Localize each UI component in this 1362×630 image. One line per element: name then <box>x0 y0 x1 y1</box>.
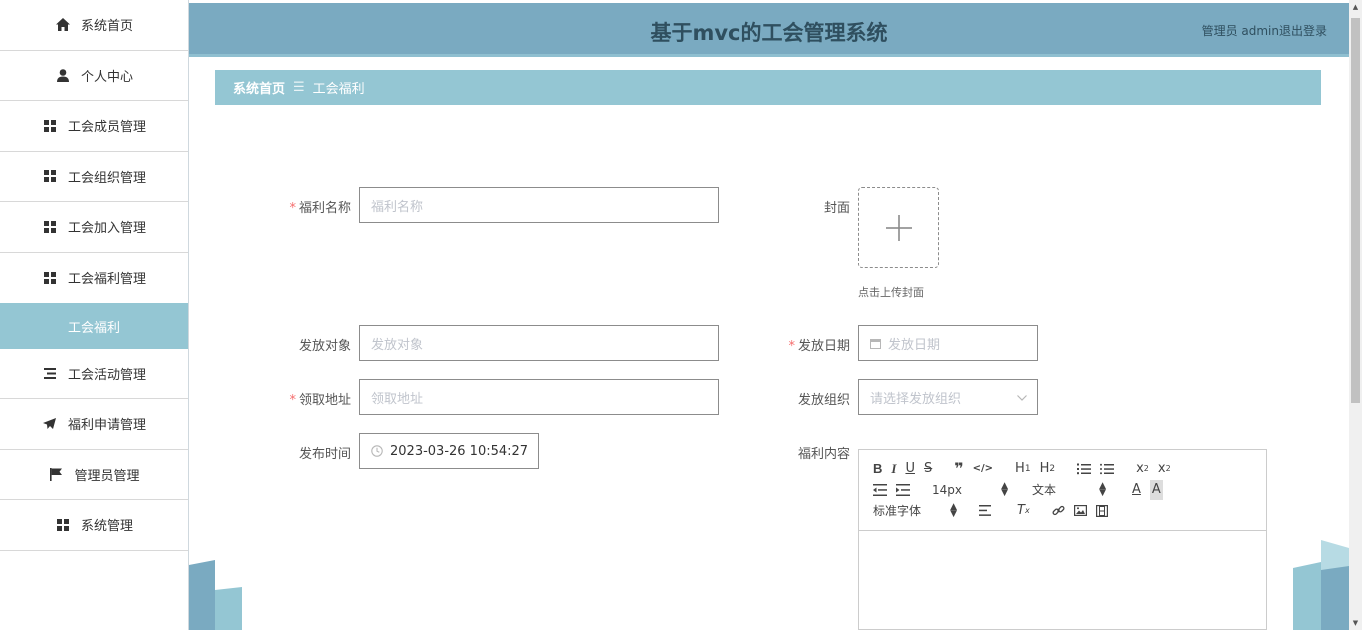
sidebar-item-label: 工会加入管理 <box>67 221 146 237</box>
list-icon <box>42 366 58 382</box>
sidebar-item-applications[interactable]: 福利申请管理 <box>0 399 188 450</box>
clear-format-icon[interactable]: Tx <box>1017 501 1030 521</box>
align-icon[interactable] <box>979 501 991 521</box>
breadcrumb-current: 工会福利 <box>312 82 365 97</box>
breadcrumb-home[interactable]: 系统首页 <box>233 78 285 97</box>
scrollbar-thumb[interactable] <box>1351 18 1360 403</box>
grid-icon <box>42 219 58 235</box>
decorative-shape-right <box>1293 540 1349 630</box>
select-arrows-icon: ▲ ▼ <box>1099 480 1106 498</box>
org-label: 发放组织 <box>797 393 850 408</box>
required-mark: * <box>289 201 296 216</box>
grid-icon <box>55 517 71 533</box>
send-icon <box>42 416 58 432</box>
sidebar-item-label: 工会福利管理 <box>67 272 146 288</box>
grid-icon <box>42 270 58 286</box>
select-arrows-icon: ▲ ▼ <box>950 501 957 519</box>
editor-toolbar: B I U S ❞ </> H1 H2 x2 x2 14px ▲ ▼ 文本 ▲ … <box>859 450 1266 531</box>
grid-icon <box>42 168 58 184</box>
strike-icon[interactable]: S <box>924 459 932 479</box>
grid-icon <box>42 118 58 134</box>
sidebar-item-welfare-management[interactable]: 工会福利管理 <box>0 253 188 304</box>
bold-icon[interactable]: B <box>873 459 882 479</box>
header-2-icon[interactable]: H2 <box>1040 459 1056 479</box>
rich-text-editor: B I U S ❞ </> H1 H2 x2 x2 14px ▲ ▼ 文本 ▲ … <box>858 449 1267 630</box>
clock-icon <box>371 445 383 457</box>
sidebar-item-admins[interactable]: 管理员管理 <box>0 450 188 500</box>
subscript-icon[interactable]: x2 <box>1136 459 1149 479</box>
sidebar-item-label: 管理员管理 <box>74 468 140 484</box>
sidebar-item-activities[interactable]: 工会活动管理 <box>0 349 188 399</box>
chevron-down-icon <box>1017 390 1027 405</box>
user-info: 管理员 admin <box>1201 24 1279 38</box>
sidebar-item-home[interactable]: 系统首页 <box>0 0 188 51</box>
required-mark: * <box>788 339 795 354</box>
scroll-up-icon[interactable]: ▲ <box>1349 0 1362 14</box>
text-type-select[interactable]: 文本 ▲ ▼ <box>1032 480 1106 500</box>
breadcrumb-separator-icon: ☰ <box>293 80 305 95</box>
cover-upload[interactable] <box>858 187 939 268</box>
font-color-icon[interactable]: A <box>1132 480 1141 500</box>
header: 基于mvc的工会管理系统 管理员 admin 退出登录 <box>189 3 1349 57</box>
sidebar-item-label: 福利申请管理 <box>67 418 146 434</box>
indent-icon[interactable] <box>896 480 910 500</box>
date-picker[interactable]: 发放日期 <box>858 325 1038 361</box>
content-label: 福利内容 <box>797 447 850 462</box>
sidebar-subitem-welfare[interactable]: 工会福利 <box>0 303 188 349</box>
decorative-shape-left <box>189 560 242 630</box>
sidebar-item-system[interactable]: 系统管理 <box>0 500 188 551</box>
address-label: * 领取地址 <box>289 393 351 408</box>
name-input[interactable]: 福利名称 <box>359 187 719 223</box>
sidebar-item-profile[interactable]: 个人中心 <box>0 51 188 101</box>
publish-time-label: 发布时间 <box>298 447 351 462</box>
font-size-select[interactable]: 14px ▲ ▼ <box>932 480 1008 500</box>
sidebar-subitem-label: 工会福利 <box>68 320 121 336</box>
target-label: 发放对象 <box>298 339 351 354</box>
underline-icon[interactable]: U <box>905 459 915 479</box>
link-icon[interactable] <box>1052 501 1065 521</box>
target-input[interactable]: 发放对象 <box>359 325 719 361</box>
logout-link[interactable]: 退出登录 <box>1279 22 1327 39</box>
cover-upload-tip: 点击上传封面 <box>858 286 924 299</box>
sidebar: 系统首页 个人中心 工会成员管理 工会组织管理 工会加入管理 工会福利管理 工会… <box>0 0 189 630</box>
sidebar-item-organizations[interactable]: 工会组织管理 <box>0 152 188 202</box>
sidebar-item-label: 工会组织管理 <box>67 170 146 186</box>
org-select[interactable]: 请选择发放组织 <box>858 379 1038 415</box>
date-label: * 发放日期 <box>788 339 850 354</box>
publish-time-picker[interactable]: 2023-03-26 10:54:27 <box>359 433 539 469</box>
required-mark: * <box>289 393 296 408</box>
code-block-icon[interactable]: </> <box>973 459 993 479</box>
sidebar-item-label: 工会成员管理 <box>67 120 146 136</box>
bullet-list-icon[interactable] <box>1100 459 1115 479</box>
flag-icon <box>48 466 64 482</box>
image-icon[interactable] <box>1073 501 1087 521</box>
cover-label: 封面 <box>823 201 850 216</box>
address-input[interactable]: 领取地址 <box>359 379 719 415</box>
sidebar-item-label: 系统管理 <box>80 519 133 535</box>
background-color-icon[interactable]: A <box>1149 479 1163 500</box>
font-family-select[interactable]: 标准字体 ▲ ▼ <box>873 501 957 521</box>
calendar-icon <box>870 338 881 349</box>
plus-icon <box>885 214 912 241</box>
page-scrollbar[interactable]: ▲ ▼ <box>1349 0 1362 630</box>
home-icon <box>55 17 71 33</box>
user-icon <box>55 67 71 83</box>
name-label: * 福利名称 <box>289 201 351 216</box>
blockquote-icon[interactable]: ❞ <box>954 459 963 479</box>
sidebar-item-label: 工会活动管理 <box>67 368 146 383</box>
header-1-icon[interactable]: H1 <box>1015 459 1031 479</box>
italic-icon[interactable]: I <box>891 459 896 479</box>
superscript-icon[interactable]: x2 <box>1158 459 1171 479</box>
page-title: 基于mvc的工会管理系统 <box>650 21 888 45</box>
select-arrows-icon: ▲ ▼ <box>1001 480 1008 498</box>
sidebar-item-members[interactable]: 工会成员管理 <box>0 101 188 152</box>
video-icon[interactable] <box>1095 501 1108 521</box>
sidebar-item-join[interactable]: 工会加入管理 <box>0 202 188 253</box>
sidebar-item-label: 个人中心 <box>80 69 133 85</box>
scroll-down-icon[interactable]: ▼ <box>1349 616 1362 630</box>
outdent-icon[interactable] <box>873 480 887 500</box>
breadcrumb: 系统首页 ☰ 工会福利 <box>215 70 1321 105</box>
ordered-list-icon[interactable] <box>1077 459 1092 479</box>
sidebar-item-label: 系统首页 <box>80 19 133 35</box>
